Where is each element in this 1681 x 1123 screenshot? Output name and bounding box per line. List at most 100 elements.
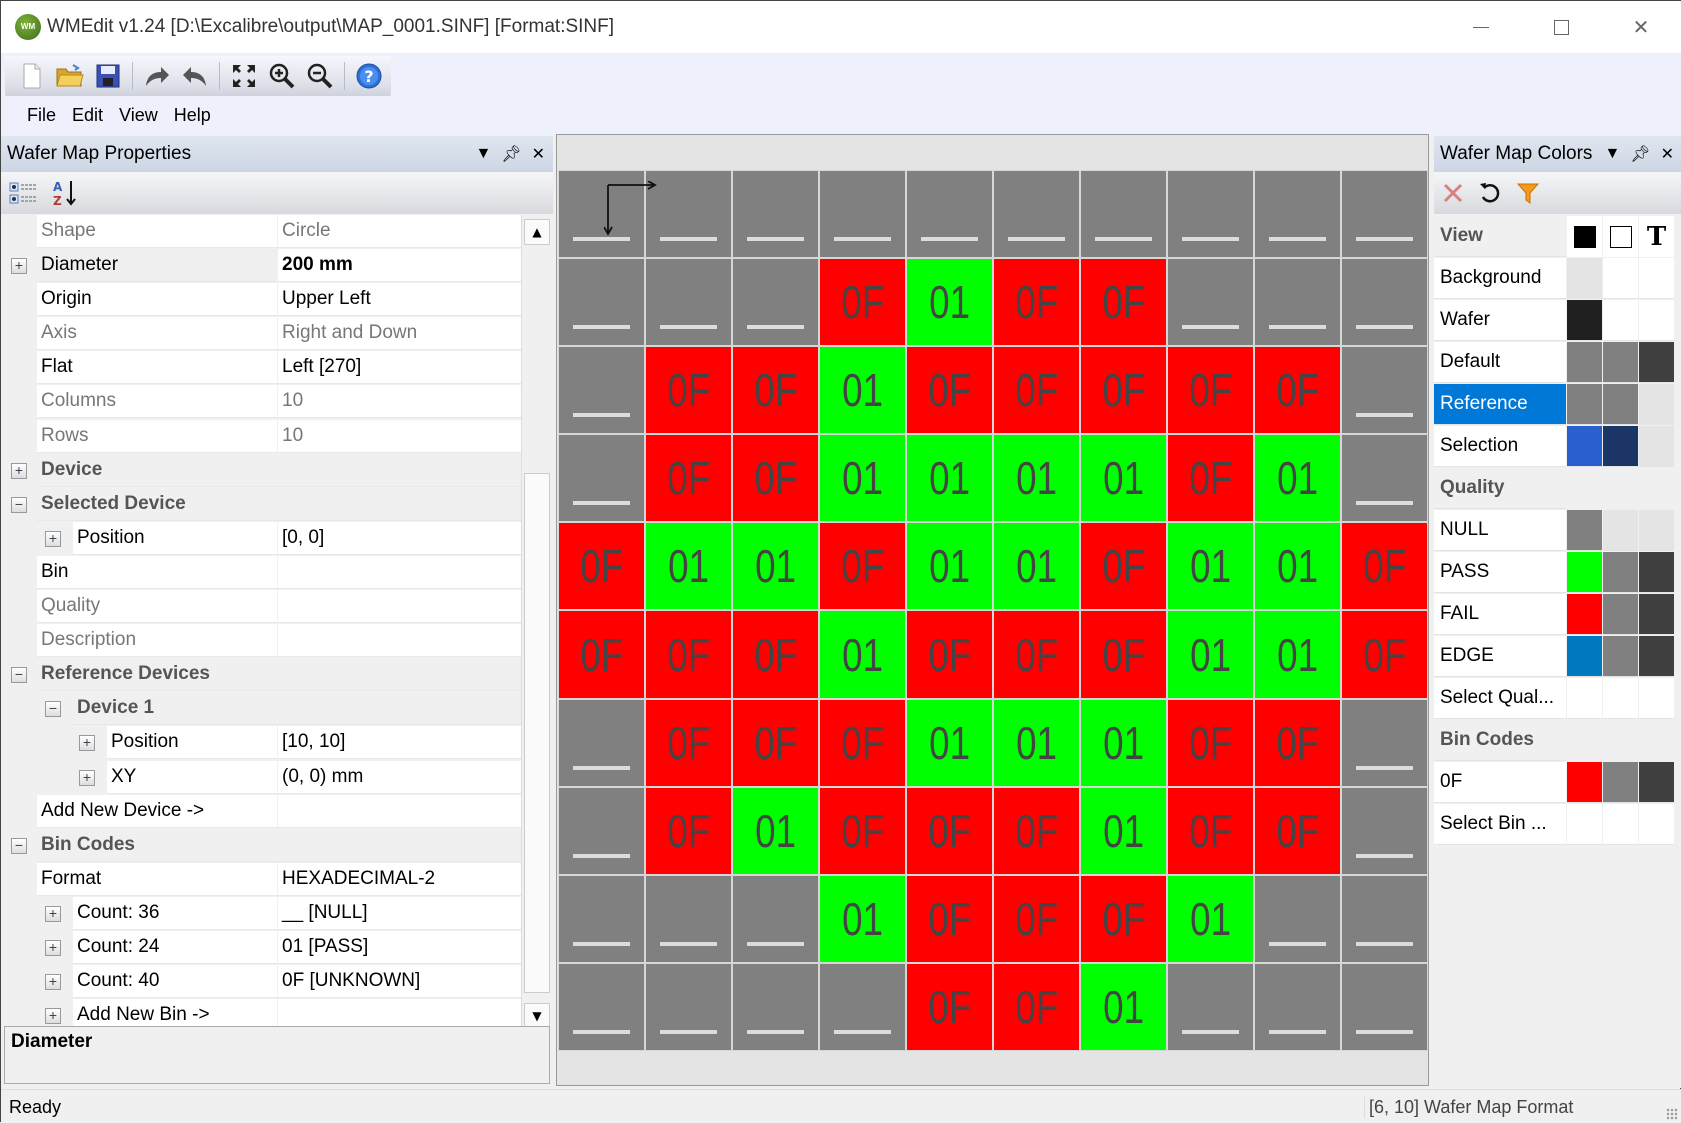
die-cell[interactable]: 01: [819, 610, 906, 699]
die-cell[interactable]: [1167, 258, 1254, 347]
die-cell[interactable]: 01: [1080, 434, 1167, 523]
redo-button[interactable]: [140, 59, 174, 93]
die-cell[interactable]: 0F: [993, 962, 1080, 1051]
die-cell[interactable]: 0F: [906, 962, 993, 1051]
property-value[interactable]: [278, 590, 521, 624]
zoom-out-button[interactable]: [303, 59, 337, 93]
expand-icon[interactable]: +: [45, 974, 61, 991]
color-swatch[interactable]: [1603, 804, 1638, 845]
die-cell[interactable]: [819, 962, 906, 1051]
die-cell[interactable]: [732, 962, 819, 1051]
color-swatch[interactable]: [1603, 762, 1638, 803]
expand-icon[interactable]: +: [11, 462, 27, 479]
panel-close-icon[interactable]: ✕: [1661, 144, 1674, 164]
color-row[interactable]: EDGE: [1434, 636, 1681, 678]
property-row[interactable]: Bin: [1, 555, 521, 590]
color-swatch[interactable]: [1603, 552, 1638, 593]
color-swatch[interactable]: [1567, 594, 1602, 635]
maximize-button[interactable]: [1521, 1, 1601, 53]
help-button[interactable]: ?: [352, 59, 386, 93]
expand-icon[interactable]: +: [45, 939, 61, 956]
color-row[interactable]: Select Qual...: [1434, 678, 1681, 720]
die-cell[interactable]: 01: [732, 786, 819, 875]
die-cell[interactable]: 0F: [819, 258, 906, 347]
die-cell[interactable]: [645, 874, 732, 963]
die-cell[interactable]: [1167, 962, 1254, 1051]
property-row[interactable]: + Count: 40 0F [UNKNOWN]: [1, 965, 521, 999]
die-cell[interactable]: 0F: [732, 698, 819, 787]
die-cell[interactable]: 01: [1167, 522, 1254, 611]
color-row[interactable]: PASS: [1434, 552, 1681, 594]
color-category-row[interactable]: View T: [1434, 216, 1681, 258]
die-cell[interactable]: 01: [906, 258, 993, 347]
die-cell[interactable]: [993, 170, 1080, 259]
color-swatch[interactable]: [1639, 804, 1674, 845]
property-value[interactable]: HEXADECIMAL-2: [278, 862, 521, 896]
property-category-row[interactable]: + Device: [1, 453, 521, 488]
property-row[interactable]: + Count: 36 __ [NULL]: [1, 896, 521, 931]
color-row[interactable]: Reference: [1434, 384, 1681, 426]
color-row[interactable]: FAIL: [1434, 594, 1681, 636]
die-cell[interactable]: [645, 258, 732, 347]
die-cell[interactable]: 0F: [645, 610, 732, 699]
menu-view[interactable]: View: [111, 105, 166, 126]
property-value[interactable]: [0, 0]: [278, 521, 521, 555]
color-swatch[interactable]: [1639, 384, 1674, 425]
die-cell[interactable]: 0F: [819, 522, 906, 611]
expand-icon[interactable]: +: [45, 1008, 61, 1025]
property-value[interactable]: [10, 10]: [278, 726, 521, 760]
color-swatch[interactable]: [1567, 636, 1602, 677]
die-cell[interactable]: 01: [819, 874, 906, 963]
save-button[interactable]: [91, 59, 125, 93]
color-swatch[interactable]: [1567, 384, 1602, 425]
color-row[interactable]: Selection: [1434, 426, 1681, 468]
color-swatch[interactable]: [1567, 342, 1602, 383]
die-cell[interactable]: 01: [906, 698, 993, 787]
color-swatch[interactable]: [1603, 342, 1638, 383]
undo-button[interactable]: [178, 59, 212, 93]
menu-file[interactable]: File: [19, 105, 64, 126]
zoom-in-button[interactable]: [265, 59, 299, 93]
die-cell[interactable]: 0F: [645, 786, 732, 875]
property-category-row[interactable]: − Reference Devices: [1, 658, 521, 692]
die-cell[interactable]: 01: [819, 346, 906, 435]
die-cell[interactable]: 0F: [558, 522, 645, 611]
color-row[interactable]: Background: [1434, 258, 1681, 300]
die-cell[interactable]: 0F: [1080, 522, 1167, 611]
color-swatch[interactable]: [1567, 258, 1602, 299]
die-cell[interactable]: [1254, 962, 1341, 1051]
die-cell[interactable]: 0F: [645, 346, 732, 435]
die-cell[interactable]: 0F: [906, 786, 993, 875]
die-cell[interactable]: 0F: [993, 786, 1080, 875]
color-swatch[interactable]: [1567, 552, 1602, 593]
color-swatch[interactable]: [1639, 342, 1674, 383]
die-cell[interactable]: [558, 786, 645, 875]
die-cell[interactable]: 0F: [1167, 434, 1254, 523]
filter-icon[interactable]: [1516, 181, 1540, 205]
property-row[interactable]: Format HEXADECIMAL-2: [1, 862, 521, 897]
die-cell[interactable]: 0F: [1341, 610, 1428, 699]
die-cell[interactable]: 0F: [1167, 786, 1254, 875]
die-cell[interactable]: 01: [645, 522, 732, 611]
open-button[interactable]: [53, 59, 87, 93]
property-value[interactable]: [278, 794, 521, 828]
color-swatch[interactable]: [1567, 678, 1602, 719]
color-swatch[interactable]: [1567, 426, 1602, 467]
die-cell[interactable]: [1080, 170, 1167, 259]
collapse-icon[interactable]: −: [45, 701, 61, 718]
color-swatch[interactable]: [1567, 300, 1602, 341]
die-cell[interactable]: 0F: [819, 786, 906, 875]
die-cell[interactable]: 0F: [1254, 698, 1341, 787]
die-cell[interactable]: [1254, 258, 1341, 347]
color-swatch[interactable]: [1639, 300, 1674, 341]
property-row[interactable]: + XY (0, 0) mm: [1, 760, 521, 795]
panel-dropdown-icon[interactable]: ▼: [475, 145, 491, 163]
die-cell[interactable]: [1341, 698, 1428, 787]
die-cell[interactable]: [732, 170, 819, 259]
die-cell[interactable]: [645, 962, 732, 1051]
die-cell[interactable]: 0F: [906, 346, 993, 435]
menu-help[interactable]: Help: [166, 105, 219, 126]
color-row[interactable]: NULL: [1434, 510, 1681, 552]
die-cell[interactable]: [732, 874, 819, 963]
panel-dropdown-icon[interactable]: ▼: [1604, 145, 1620, 163]
